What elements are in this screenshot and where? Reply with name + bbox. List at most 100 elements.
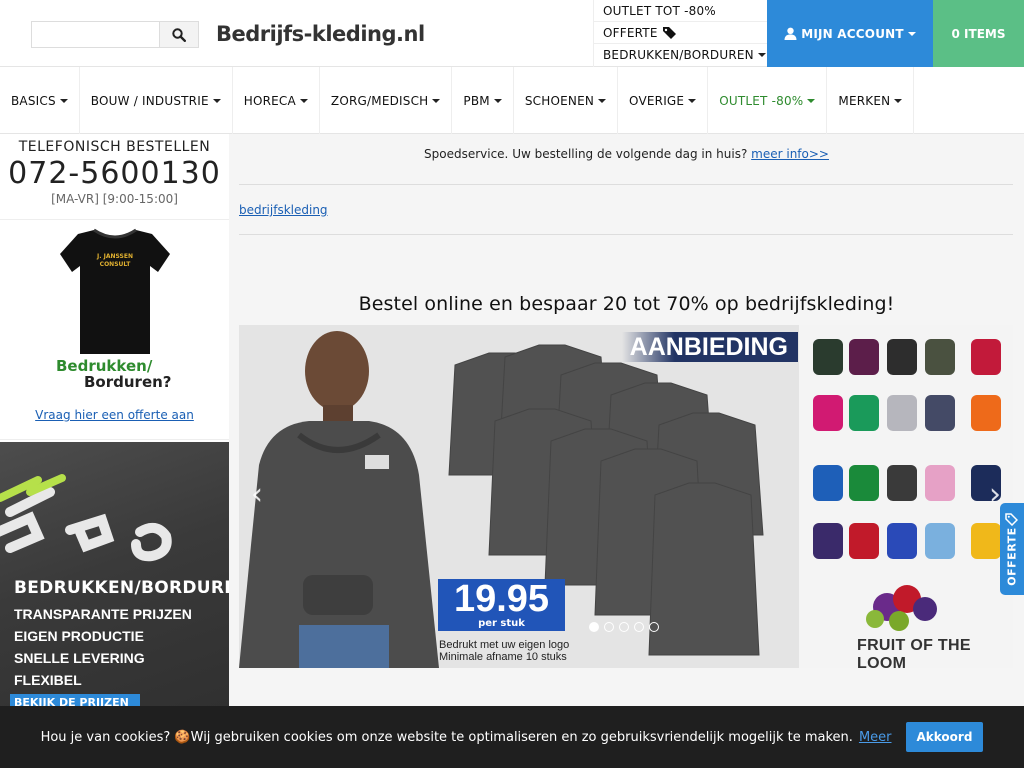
chevron-down-icon (493, 98, 502, 103)
tag-icon (1005, 513, 1018, 526)
divider (239, 184, 1013, 185)
nav-item-label: ZORG/MEDISCH (330, 93, 429, 108)
shirt-caption-line2: Borduren? (84, 373, 172, 391)
chevron-down-icon (894, 98, 903, 103)
top-link-bedrukken[interactable]: BEDRUKKEN/BORDUREN (594, 44, 767, 66)
more-info-link[interactable]: meer info>> (751, 147, 829, 161)
hoodie-promo-image (239, 325, 1013, 668)
phone-order-block: TELEFONISCH BESTELLEN 072-5600130 [MA-VR… (0, 134, 229, 220)
my-account-button[interactable]: MIJN ACCOUNT (767, 0, 933, 67)
nav-item-bouw-industrie[interactable]: BOUW / INDUSTRIE (80, 67, 233, 134)
carousel-dot[interactable] (619, 622, 629, 632)
phone-number[interactable]: 072-5600130 (0, 156, 229, 191)
chevron-down-icon (432, 98, 441, 103)
express-service-notice: Spoedservice. Uw bestelling de volgende … (229, 147, 1024, 161)
shirt-caption-line1: Bedrukken/ (56, 357, 153, 375)
nav-item-merken[interactable]: MERKEN (827, 67, 915, 134)
promo-line: Bedrukt met uw eigen logo (439, 639, 570, 651)
sidebar: TELEFONISCH BESTELLEN 072-5600130 [MA-VR… (0, 134, 229, 768)
chevron-down-icon (757, 53, 766, 57)
main-nav: BASICS BOUW / INDUSTRIE HORECA ZORG/MEDI… (0, 67, 1024, 134)
nav-item-pbm[interactable]: PBM (452, 67, 514, 134)
banner-bullet: SNELLE LEVERING (14, 650, 145, 666)
carousel-prev-arrow-icon[interactable]: ‹ (245, 480, 269, 510)
offerte-side-tab[interactable]: OFFERTE (1000, 503, 1024, 595)
carousel-dot[interactable] (589, 622, 599, 632)
nav-item-label: OUTLET -80% (719, 93, 804, 108)
top-link-offerte-label: OFFERTE (603, 25, 658, 40)
nav-item-label: SCHOENEN (524, 93, 595, 108)
nav-item-label: PBM (463, 93, 490, 108)
logo-rest: kleding.nl (311, 22, 425, 46)
chevron-down-icon (59, 98, 68, 103)
cookie-bar: Hou je van cookies? 🍪Wij gebruiken cooki… (0, 706, 1024, 768)
user-icon (784, 27, 797, 40)
nav-item-label: BASICS (11, 93, 56, 108)
chevron-down-icon (299, 98, 308, 103)
brand-logo: FRUIT OF THE LOOM (857, 637, 971, 668)
chevron-down-icon (907, 31, 916, 36)
banner-bullet: FLEXIBEL (14, 672, 82, 688)
nav-item-label: MERKEN (838, 93, 891, 108)
logo-main: Bedrijfs (216, 22, 304, 46)
top-link-offerte[interactable]: OFFERTE (594, 22, 767, 44)
offerte-tab-label: OFFERTE (1005, 526, 1019, 586)
nav-item-basics[interactable]: BASICS (0, 67, 80, 134)
carousel-dot[interactable] (649, 622, 659, 632)
nav-item-overige[interactable]: OVERIGE (618, 67, 709, 134)
chevron-down-icon (598, 98, 607, 103)
cookie-text: Hou je van cookies? 🍪Wij gebruiken cooki… (40, 729, 853, 745)
nav-item-outlet[interactable]: OUTLET -80% (708, 67, 828, 134)
top-link-outlet[interactable]: OUTLET TOT -80% (594, 0, 767, 22)
top-links: OUTLET TOT -80% OFFERTE BEDRUKKEN/BORDUR… (593, 0, 767, 67)
nav-item-schoenen[interactable]: SCHOENEN (514, 67, 619, 134)
site-header: Bedrijfs-kleding.nl OUTLET TOT -80% OFFE… (0, 0, 1024, 67)
svg-text:J. JANSSEN: J. JANSSEN (96, 253, 133, 260)
cookie-more-link[interactable]: Meer (859, 730, 892, 745)
price-badge: 19.95 per stuk (438, 579, 565, 631)
embroidery-image (0, 474, 172, 562)
shirt-caption: Bedrukken/ Borduren? (56, 358, 172, 390)
cart-button[interactable]: 0 ITEMS (933, 0, 1024, 67)
nav-item-zorg-medisch[interactable]: ZORG/MEDISCH (320, 67, 453, 134)
svg-text:CONSULT: CONSULT (100, 261, 132, 268)
offer-badge: AANBIEDING (622, 332, 798, 362)
banner-bullet: EIGEN PRODUCTIE (14, 628, 144, 644)
carousel-dot[interactable] (634, 622, 644, 632)
nav-item-label: BOUW / INDUSTRIE (90, 93, 209, 108)
page-headline: Bestel online en bespaar 20 tot 70% op b… (358, 293, 895, 315)
breadcrumb[interactable]: bedrijfskleding (239, 203, 328, 217)
search-input[interactable] (32, 22, 160, 47)
price-value: 19.95 (453, 578, 550, 620)
print-offer-block[interactable]: J. JANSSEN CONSULT Bedrukken/ Borduren? (0, 220, 229, 440)
chevron-down-icon (807, 98, 816, 103)
my-account-label: MIJN ACCOUNT (801, 26, 904, 41)
promo-carousel[interactable]: AANBIEDING 19.95 per stuk Bedrukt met uw… (239, 325, 1013, 668)
chevron-down-icon (688, 98, 697, 103)
request-offer-link[interactable]: Vraag hier een offerte aan (0, 408, 229, 422)
promo-line: Minimale afname 10 stuks (439, 651, 567, 663)
banner-heading: BEDRUKKEN/BORDUREN (14, 578, 229, 598)
nav-item-label: OVERIGE (629, 93, 685, 108)
top-link-bedrukken-label: BEDRUKKEN/BORDUREN (603, 48, 754, 62)
chevron-down-icon (212, 98, 221, 103)
search-button[interactable] (160, 22, 198, 47)
main-content: Spoedservice. Uw bestelling de volgende … (229, 134, 1024, 768)
phone-hours: [MA-VR] [9:00-15:00] (51, 192, 178, 206)
cookie-accept-button[interactable]: Akkoord (905, 722, 984, 752)
top-link-outlet-label: OUTLET TOT -80% (603, 3, 716, 18)
carousel-dot[interactable] (604, 622, 614, 632)
divider (239, 234, 1013, 235)
carousel-dots (589, 622, 659, 632)
nav-item-label: HORECA (243, 93, 296, 108)
phone-title: TELEFONISCH BESTELLEN (18, 139, 211, 155)
site-logo[interactable]: Bedrijfs-kleding.nl (216, 22, 425, 46)
search-icon (172, 27, 186, 42)
nav-item-horeca[interactable]: HORECA (233, 67, 320, 134)
promo-text: Bedrukt met uw eigen logo Minimale afnam… (439, 639, 569, 663)
cart-label: 0 ITEMS (951, 26, 1006, 41)
search-box (31, 21, 199, 48)
logo-separator: - (303, 22, 313, 46)
tags-icon (662, 26, 676, 39)
express-service-text: Spoedservice. Uw bestelling de volgende … (424, 147, 748, 161)
